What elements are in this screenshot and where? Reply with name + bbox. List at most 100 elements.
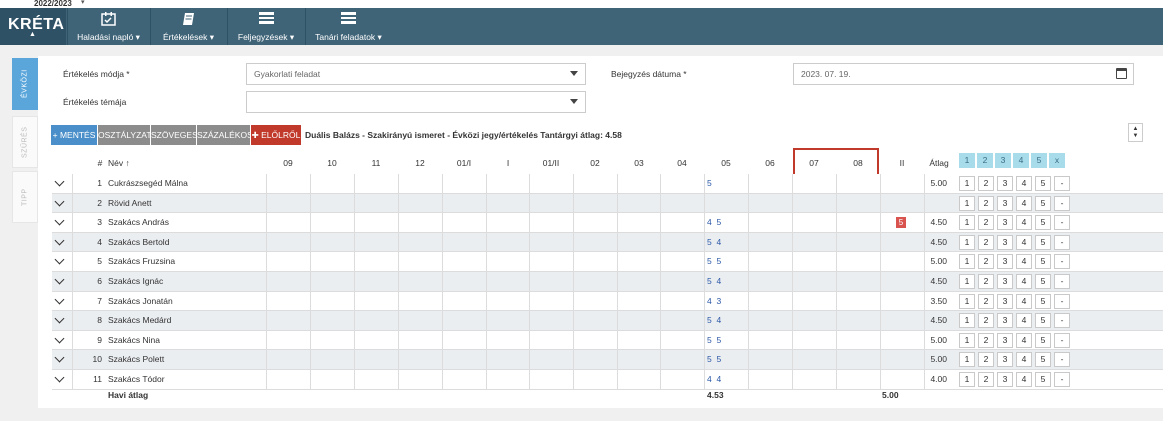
grade-cell[interactable] <box>617 370 661 389</box>
grade-cell[interactable] <box>529 272 573 291</box>
nav-ertekelesek[interactable]: Értékelések ▾ <box>150 8 226 45</box>
grade-cell[interactable] <box>398 292 442 311</box>
grade-cell[interactable] <box>529 350 573 369</box>
chevron-down-icon[interactable] <box>54 196 65 207</box>
quick-grade-button-3[interactable]: 3 <box>997 254 1013 270</box>
grade-cell[interactable] <box>573 292 617 311</box>
grade-badge[interactable]: 5 <box>896 217 906 229</box>
grade-cell[interactable] <box>660 233 704 252</box>
grade-cell[interactable] <box>880 272 924 291</box>
grade-cell[interactable] <box>310 311 354 330</box>
grade-cell[interactable] <box>310 174 354 193</box>
grade-cell[interactable]: 4 3 <box>704 292 748 311</box>
grade-cell[interactable] <box>792 292 836 311</box>
grade-cell[interactable] <box>748 174 792 193</box>
grade-cell[interactable] <box>398 370 442 389</box>
grade-cell[interactable] <box>748 213 792 232</box>
quick-grade-button-2[interactable]: 2 <box>978 274 994 289</box>
bulk-grade-button-1[interactable]: 1 <box>959 153 975 168</box>
grade-cell[interactable] <box>486 194 530 213</box>
quick-grade-button-3[interactable]: 3 <box>997 215 1013 231</box>
bulk-grade-button-x[interactable]: x <box>1049 153 1065 168</box>
grade-cell[interactable] <box>836 292 880 311</box>
grade-cell[interactable] <box>880 292 924 311</box>
bulk-grade-button-3[interactable]: 3 <box>995 153 1011 168</box>
grade-cell[interactable] <box>792 350 836 369</box>
grade-cell[interactable] <box>836 252 880 271</box>
bulk-grade-button-4[interactable]: 4 <box>1013 153 1029 168</box>
grade-cell[interactable]: 4 5 <box>704 213 748 232</box>
grade-cell[interactable] <box>442 311 486 330</box>
grade-cell[interactable] <box>442 213 486 232</box>
grade-cell[interactable] <box>660 213 704 232</box>
topic-select[interactable] <box>246 91 586 113</box>
grade-cell[interactable] <box>573 213 617 232</box>
grade-cell[interactable] <box>792 213 836 232</box>
quick-grade-button-1[interactable]: 1 <box>959 313 975 329</box>
grade-cell[interactable] <box>529 213 573 232</box>
grade-cell[interactable] <box>266 350 310 369</box>
grade-cell[interactable] <box>573 252 617 271</box>
grade-cell[interactable] <box>792 272 836 291</box>
grade-cell[interactable] <box>442 194 486 213</box>
chevron-down-icon[interactable] <box>54 372 65 383</box>
grade-cell[interactable] <box>748 311 792 330</box>
grade-cell[interactable] <box>310 194 354 213</box>
grade-cell[interactable] <box>486 272 530 291</box>
quick-grade-button-2[interactable]: 2 <box>978 195 994 211</box>
nav-tanari-feladatok[interactable]: Tanári feladatok ▾ <box>305 8 391 45</box>
quick-grade-button-1[interactable]: 1 <box>959 176 975 191</box>
grade-cell[interactable]: 5 <box>704 174 748 193</box>
grade-cell[interactable] <box>573 194 617 213</box>
grade-cell[interactable] <box>310 331 354 350</box>
grade-cell[interactable] <box>442 350 486 369</box>
grade-cell[interactable] <box>310 233 354 252</box>
grade-cell[interactable] <box>836 331 880 350</box>
quick-grade-button-5[interactable]: 5 <box>1035 332 1051 348</box>
grade-cell[interactable] <box>398 272 442 291</box>
quick-grade-button-3[interactable]: 3 <box>997 293 1013 309</box>
grade-cell[interactable] <box>398 331 442 350</box>
grade-cell[interactable] <box>442 252 486 271</box>
grade-cell[interactable] <box>660 252 704 271</box>
grade-cell[interactable] <box>792 194 836 213</box>
chevron-down-icon[interactable] <box>54 333 65 344</box>
grade-cell[interactable] <box>310 350 354 369</box>
quick-grade-button-2[interactable]: 2 <box>978 372 994 387</box>
grade-cell[interactable] <box>880 194 924 213</box>
grade-cell[interactable] <box>442 272 486 291</box>
grade-cell[interactable] <box>704 194 748 213</box>
save-button[interactable]: + MENTÉS <box>51 125 97 145</box>
grade-cell[interactable] <box>442 233 486 252</box>
grade-cell[interactable] <box>880 174 924 193</box>
grade-cell[interactable] <box>354 272 398 291</box>
grade-cell[interactable] <box>660 272 704 291</box>
grade-cell[interactable] <box>880 350 924 369</box>
grade-cell[interactable] <box>529 331 573 350</box>
school-year[interactable]: 2022/2023 <box>34 0 72 8</box>
quick-grade-button-none[interactable]: - <box>1054 274 1070 289</box>
grade-cell[interactable]: 5 5 <box>704 350 748 369</box>
grade-cell[interactable] <box>573 174 617 193</box>
grade-cell[interactable]: 5 5 <box>704 331 748 350</box>
grade-cell[interactable] <box>660 331 704 350</box>
quick-grade-button-1[interactable]: 1 <box>959 332 975 348</box>
reset-button[interactable]: ✚ ELŐLRŐL <box>251 125 301 145</box>
nav-haladasi-naplo[interactable]: Haladási napló ▾ <box>67 8 149 45</box>
quick-grade-button-1[interactable]: 1 <box>959 372 975 387</box>
grade-cell[interactable] <box>573 350 617 369</box>
grade-type-szoveges-button[interactable]: SZÖVEGES <box>151 125 198 145</box>
grade-cell[interactable] <box>486 174 530 193</box>
quick-grade-button-2[interactable]: 2 <box>978 215 994 231</box>
quick-grade-button-none[interactable]: - <box>1054 332 1070 348</box>
grade-cell[interactable] <box>792 233 836 252</box>
quick-grade-button-5[interactable]: 5 <box>1035 372 1051 387</box>
quick-grade-button-3[interactable]: 3 <box>997 176 1013 191</box>
chevron-down-icon[interactable] <box>54 274 65 285</box>
quick-grade-button-2[interactable]: 2 <box>978 254 994 270</box>
grade-cell[interactable] <box>748 233 792 252</box>
quick-grade-button-4[interactable]: 4 <box>1016 293 1032 309</box>
grade-cell[interactable] <box>836 194 880 213</box>
grade-cell[interactable] <box>836 350 880 369</box>
quick-grade-button-none[interactable]: - <box>1054 234 1070 250</box>
